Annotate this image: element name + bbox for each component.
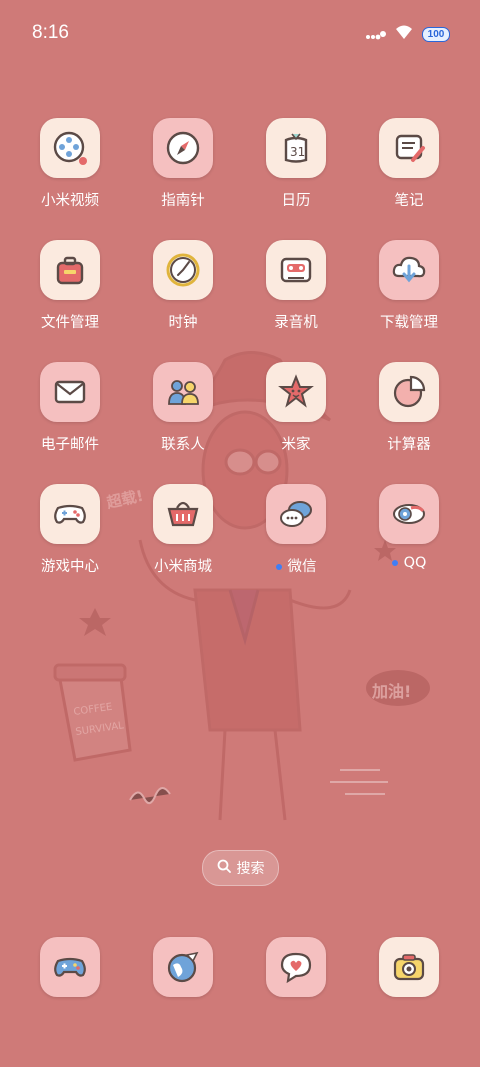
app-label: 游戏中心 xyxy=(41,559,99,575)
app-label: QQ xyxy=(353,555,465,571)
envelope-icon xyxy=(40,362,100,422)
app-downloads[interactable]: 下载管理 xyxy=(353,240,465,332)
notes-icon xyxy=(379,118,439,178)
wallpaper-text-survival: SURVIVAL xyxy=(75,720,125,738)
app-qq[interactable]: QQ xyxy=(353,484,465,571)
app-mi-video[interactable]: 小米视频 xyxy=(14,118,126,210)
signal-icon xyxy=(366,25,386,44)
app-game-center[interactable]: 游戏中心 xyxy=(14,484,126,576)
notification-dot xyxy=(391,560,398,566)
app-wechat[interactable]: 微信 xyxy=(240,484,352,576)
app-label: 下载管理 xyxy=(380,315,438,331)
app-label: 文件管理 xyxy=(41,315,99,331)
app-label: 微信 xyxy=(240,555,352,576)
calendar-icon: 31 xyxy=(266,118,326,178)
app-mijia[interactable]: 米家 xyxy=(240,362,352,454)
game-controller-icon xyxy=(40,937,100,997)
app-mi-store[interactable]: 小米商城 xyxy=(127,484,239,576)
video-reel-icon xyxy=(40,118,100,178)
compass-icon xyxy=(153,118,213,178)
dock-app-games[interactable] xyxy=(14,937,126,997)
app-compass[interactable]: 指南针 xyxy=(127,118,239,210)
app-contacts[interactable]: 联系人 xyxy=(127,362,239,454)
cassette-icon xyxy=(266,240,326,300)
app-label: 联系人 xyxy=(161,437,205,453)
app-label: 计算器 xyxy=(387,437,431,453)
app-clock[interactable]: 时钟 xyxy=(127,240,239,332)
battery-indicator: 100 xyxy=(422,26,450,42)
app-file-manager[interactable]: 文件管理 xyxy=(14,240,126,332)
briefcase-icon xyxy=(40,240,100,300)
search-button[interactable]: 搜索 xyxy=(202,850,279,886)
app-notes[interactable]: 笔记 xyxy=(353,118,465,210)
chat-bubbles-icon xyxy=(266,484,326,544)
contacts-icon xyxy=(153,362,213,422)
app-label: 小米视频 xyxy=(41,193,99,209)
app-recorder[interactable]: 录音机 xyxy=(240,240,352,332)
app-email[interactable]: 电子邮件 xyxy=(14,362,126,454)
app-label: 日历 xyxy=(281,193,311,209)
dock xyxy=(0,937,480,997)
wallpaper-text-cheer: 加油! xyxy=(371,682,411,701)
notification-dot xyxy=(275,564,282,570)
status-time: 8:16 xyxy=(32,22,69,43)
app-label: 指南针 xyxy=(161,193,205,209)
app-label: 笔记 xyxy=(394,193,424,209)
heart-chat-icon xyxy=(266,937,326,997)
app-calculator[interactable]: 计算器 xyxy=(353,362,465,454)
globe-plane-icon xyxy=(153,937,213,997)
svg-text:31: 31 xyxy=(290,145,305,159)
basket-icon xyxy=(153,484,213,544)
app-label: 米家 xyxy=(281,437,311,453)
search-icon xyxy=(217,859,231,877)
status-icons: 100 xyxy=(366,24,450,44)
pie-chart-icon xyxy=(379,362,439,422)
search-label: 搜索 xyxy=(236,861,265,877)
dock-app-browser[interactable] xyxy=(127,937,239,997)
wallpaper-text-coffee: COFFEE xyxy=(73,702,113,718)
clock-icon xyxy=(153,240,213,300)
app-label: 电子邮件 xyxy=(41,437,99,453)
camera-icon xyxy=(379,937,439,997)
dock-app-camera[interactable] xyxy=(353,937,465,997)
status-bar: 8:16 100 xyxy=(0,0,480,64)
app-label: 录音机 xyxy=(274,315,318,331)
app-calendar[interactable]: 31 日历 xyxy=(240,118,352,210)
app-label: 小米商城 xyxy=(154,559,212,575)
penguin-icon xyxy=(379,484,439,544)
star-face-icon xyxy=(266,362,326,422)
app-label: 时钟 xyxy=(168,315,198,331)
gamepad-icon xyxy=(40,484,100,544)
wifi-icon xyxy=(394,24,414,44)
dock-app-messages[interactable] xyxy=(240,937,352,997)
cloud-download-icon xyxy=(379,240,439,300)
